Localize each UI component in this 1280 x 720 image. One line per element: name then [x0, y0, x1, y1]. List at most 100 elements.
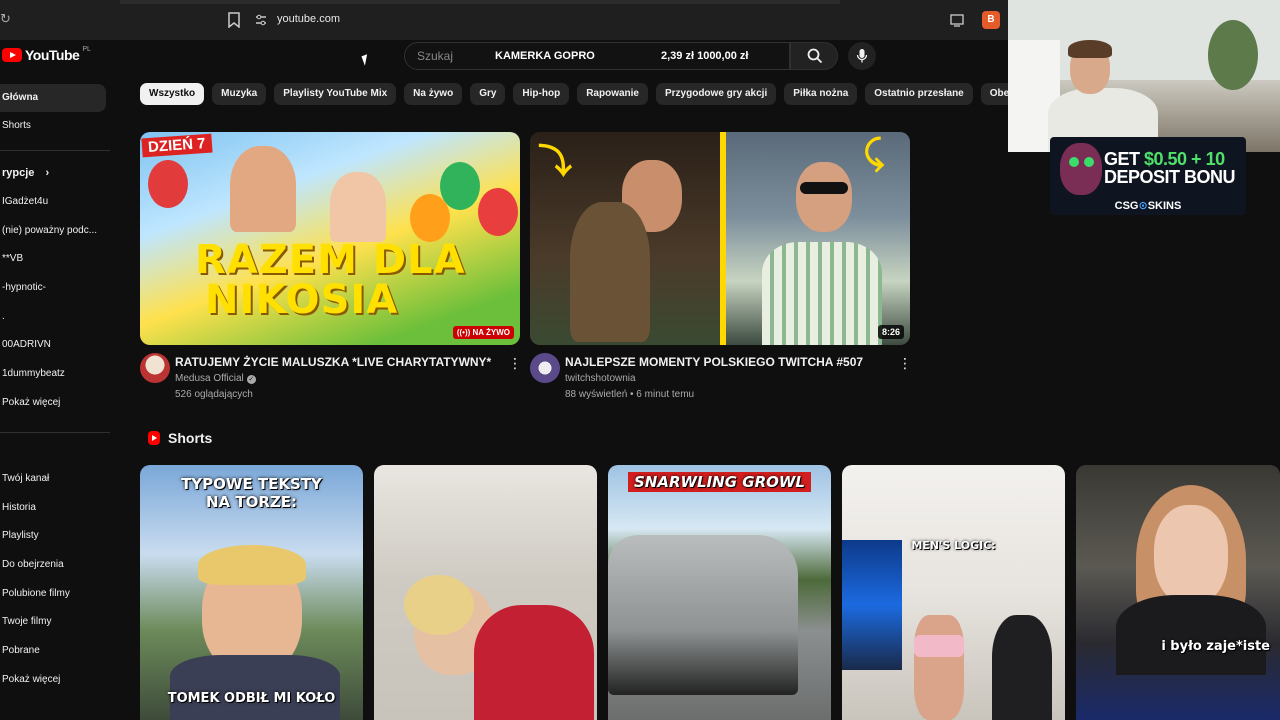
voice-search-button[interactable]: [848, 42, 876, 70]
bookmark-icon[interactable]: [228, 12, 240, 28]
sidebar-subscription[interactable]: 00ADRIVN: [0, 331, 106, 359]
sidebar-item-playlists[interactable]: Playlisty: [0, 522, 106, 550]
video-duration: 8:26: [877, 325, 904, 339]
stream-overlay-product: KAMERKA GOPRO: [495, 50, 595, 62]
ad-headline-prefix: GET: [1104, 149, 1145, 169]
search-input[interactable]: [417, 43, 497, 69]
browser-toolbar: ↻ youtube.com B: [0, 0, 1008, 40]
sidebar-show-more[interactable]: Pokaż więcej: [0, 666, 106, 694]
brave-shield-icon[interactable]: B: [982, 11, 1000, 29]
channel-name[interactable]: twitchshotownia: [565, 373, 636, 384]
more-actions-icon[interactable]: ⋮: [508, 356, 522, 373]
youtube-logo[interactable]: YouTube PL: [2, 46, 91, 63]
cast-icon[interactable]: [950, 13, 964, 27]
sidebar-item-your-videos[interactable]: Twoje filmy: [0, 608, 106, 636]
youtube-play-icon: [2, 48, 22, 62]
live-badge-label: NA ŻYWO: [472, 328, 510, 337]
short-card[interactable]: TYPOWE TEKSTY NA TORZE: TOMEK ODBIŁ MI K…: [140, 465, 363, 720]
video-card[interactable]: DZIEŃ 7 RAZEM DLA NIKOSIA ((•)) NA ŻYWO R…: [140, 132, 522, 402]
chip-recently-uploaded[interactable]: Ostatnio przesłane: [865, 83, 973, 105]
ad-bonus-amount: $0.50 + 10: [1144, 149, 1225, 169]
chip-watched[interactable]: Obejrzane: [980, 83, 1008, 105]
site-info-icon[interactable]: [254, 13, 268, 27]
thumbnail-headline-line: NIKOSIA: [205, 277, 399, 323]
sidebar-subscription[interactable]: 1dummybeatz: [0, 360, 106, 388]
tab-strip-edge: [120, 0, 840, 4]
video-stats: 526 oglądających: [175, 389, 253, 400]
reload-icon[interactable]: ↻: [0, 12, 14, 26]
video-title[interactable]: NAJLEPSZE MOMENTY POLSKIEGO TWITCHA #507: [565, 355, 885, 369]
sidebar-subscription[interactable]: **VB: [0, 245, 106, 273]
chip-action-adventure[interactable]: Przygodowe gry akcji: [655, 83, 777, 105]
filter-chip-bar: Wszystko Muzyka Playlisty YouTube Mix Na ży…: [140, 83, 1008, 107]
live-badge: ((•)) NA ŻYWO: [452, 326, 514, 339]
sidebar-item-home[interactable]: Główna: [0, 84, 106, 112]
short-person: [1154, 505, 1228, 605]
video-thumbnail[interactable]: DZIEŃ 7 RAZEM DLA NIKOSIA ((•)) NA ŻYWO: [140, 132, 520, 345]
chip-football[interactable]: Piłka nożna: [784, 83, 858, 105]
address-bar[interactable]: youtube.com: [277, 13, 340, 25]
sidebar-item-liked-videos[interactable]: Polubione filmy: [0, 580, 106, 608]
channel-avatar[interactable]: [140, 353, 170, 383]
thumbnail-cat: [570, 202, 650, 342]
chip-music[interactable]: Muzyka: [212, 83, 267, 105]
sidebar-item-your-channel[interactable]: Twój kanał: [0, 465, 106, 493]
short-person: [992, 615, 1052, 720]
sidebar-subscription[interactable]: -hypnotic-: [0, 274, 106, 302]
short-card[interactable]: MEN'S LOGIC:: [842, 465, 1065, 720]
channel-name[interactable]: Medusa Official ✓: [175, 373, 256, 384]
short-person-body: [170, 655, 340, 720]
short-top-text-label: SNARWLING GROWL: [627, 472, 811, 492]
thumbnail-right-panel: ⤹: [726, 132, 910, 345]
mascot-eye: [1084, 157, 1094, 167]
microphone-icon: [856, 49, 868, 63]
short-person-hair: [404, 575, 474, 635]
channel-name-text: Medusa Official: [175, 373, 244, 384]
sunglasses-shape: [800, 182, 848, 194]
short-top-text: TYPOWE TEKSTY NA TORZE:: [181, 475, 322, 511]
sidebar-subscription[interactable]: (nie) poważny podc...: [0, 217, 106, 245]
sidebar-item-shorts[interactable]: Shorts: [0, 112, 106, 140]
thumbnail-shirt: [762, 242, 882, 345]
sidebar-divider: [0, 150, 110, 151]
search-button[interactable]: [790, 42, 838, 70]
search-icon: [807, 48, 823, 64]
sidebar-item-watch-later[interactable]: Do obejrzenia: [0, 551, 106, 579]
sidebar-show-more[interactable]: Pokaż więcej: [0, 389, 106, 417]
chip-all[interactable]: Wszystko: [140, 83, 205, 105]
video-title[interactable]: RATUJEMY ŻYCIE MALUSZKA *LIVE CHARYTATYW…: [175, 355, 495, 369]
sidebar-item-downloads[interactable]: Pobrane: [0, 637, 106, 665]
screen: ↻ youtube.com B YouTube PL KAMERKA GOPRO…: [0, 0, 1280, 720]
short-card[interactable]: i było zaje*iste: [1076, 465, 1280, 720]
sidebar-subscription[interactable]: .: [0, 303, 106, 331]
short-card[interactable]: SNARWLING GROWL: [608, 465, 831, 720]
sidebar-subscriptions-heading[interactable]: rypcje ›: [0, 159, 106, 187]
sidebar-item-history[interactable]: Historia: [0, 494, 106, 522]
chip-games[interactable]: Gry: [470, 83, 506, 105]
more-actions-icon[interactable]: ⋮: [898, 356, 912, 373]
mascot-eye: [1069, 157, 1079, 167]
ad-brand-suffix: SKINS: [1147, 200, 1182, 212]
thumbnail-headline: RAZEM DLA NIKOSIA: [195, 240, 465, 320]
chevron-right-icon: ›: [45, 167, 50, 179]
short-person-body: [1116, 595, 1266, 675]
chip-rap[interactable]: Rapowanie: [577, 83, 648, 105]
channel-avatar[interactable]: [530, 353, 560, 383]
video-thumbnail[interactable]: ⤵ ⤹ 8:26: [530, 132, 910, 345]
video-card[interactable]: ⤵ ⤹ 8:26 NAJLEPSZE MOMENTY POLSKIEGO TWI…: [530, 132, 912, 402]
sidebar-subscription[interactable]: IGadżet4u: [0, 188, 106, 216]
short-bottom-text: i było zaje*iste: [1161, 639, 1270, 654]
short-top-text: MEN'S LOGIC:: [911, 539, 996, 552]
thumbnail-person: [230, 146, 296, 232]
short-card[interactable]: [374, 465, 597, 720]
guide-sidebar: Główna Shorts rypcje › IGadżet4u (nie) p…: [0, 80, 110, 720]
short-costume: [474, 605, 594, 720]
chip-hip-hop[interactable]: Hip-hop: [513, 83, 570, 105]
shorts-heading: Shorts: [168, 430, 213, 446]
chip-mix-playlists[interactable]: Playlisty YouTube Mix: [274, 83, 397, 105]
ad-brand-prefix: CSG: [1114, 200, 1139, 212]
shorts-icon: [148, 431, 160, 445]
search-box[interactable]: KAMERKA GOPRO 2,39 zł 1000,00 zł: [404, 42, 790, 70]
verified-icon: ✓: [246, 375, 256, 384]
chip-live[interactable]: Na żywo: [404, 83, 463, 105]
